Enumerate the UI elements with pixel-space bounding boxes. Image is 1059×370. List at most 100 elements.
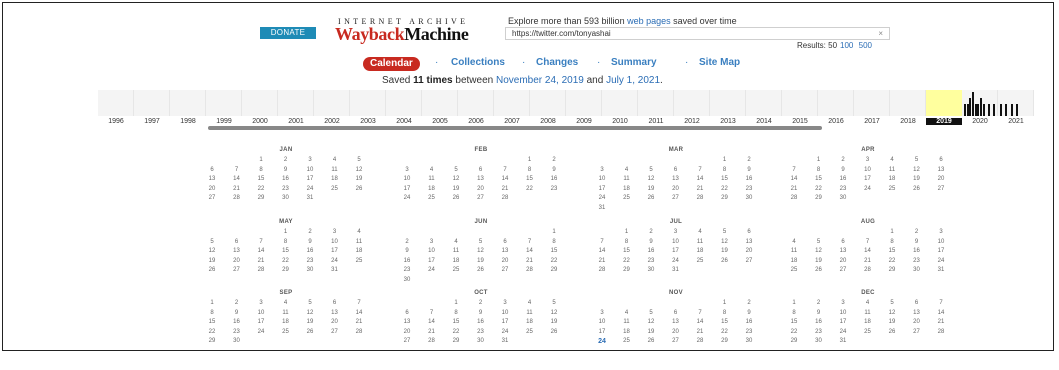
calendar-month: MAR 1 2 3 4 5 6 7 8 9 10 11 12 13 14 15 16 17 18 19 20 21 22 23… xyxy=(590,147,762,227)
timeline-year-column[interactable] xyxy=(854,90,890,116)
calendar-day: 9 xyxy=(478,309,483,316)
close-icon[interactable]: × xyxy=(878,28,883,39)
timeline-year-column[interactable] xyxy=(818,90,854,116)
calendar-day: 7 xyxy=(259,238,263,245)
calendar-day-captured[interactable]: 24 xyxy=(590,338,614,345)
timeline-year-label[interactable]: 1997 xyxy=(134,118,170,125)
timeline-year-column[interactable] xyxy=(890,90,926,116)
timeline-year-column[interactable] xyxy=(314,90,350,116)
calendar-day: 17 xyxy=(839,319,847,326)
calendar-day: 2 xyxy=(747,157,751,163)
timeline-year-label[interactable]: 2008 xyxy=(530,118,566,125)
timeline-year-label[interactable]: 2019 xyxy=(926,118,962,125)
timeline-year-label[interactable]: 2020 xyxy=(962,118,998,125)
tab-site-map[interactable]: Site Map xyxy=(699,57,740,68)
timeline-year-label[interactable]: 2011 xyxy=(638,118,674,125)
timeline-year-column[interactable] xyxy=(602,90,638,116)
timeline-year-label[interactable]: 2018 xyxy=(890,118,926,125)
calendar-day: 11 xyxy=(696,238,704,245)
last-capture-link[interactable]: July 1, 2021 xyxy=(606,75,660,86)
timeline-year-column[interactable] xyxy=(782,90,818,116)
timeline-capture-bar[interactable] xyxy=(993,104,996,116)
calendar-day: 6 xyxy=(210,166,214,173)
saved-and: and xyxy=(586,75,604,86)
calendar-day: 10 xyxy=(306,166,314,173)
first-capture-link[interactable]: November 24, 2019 xyxy=(496,75,584,86)
timeline-year-label[interactable]: 2005 xyxy=(422,118,458,125)
calendar-day: 21 xyxy=(257,257,265,264)
calendar-day: 3 xyxy=(673,229,678,235)
calendar-day: 29 xyxy=(452,338,460,345)
timeline-scrollbar[interactable] xyxy=(208,126,822,130)
timeline-year-label[interactable]: 2002 xyxy=(314,118,350,125)
timeline-year-label[interactable]: 2012 xyxy=(674,118,710,125)
results-500-link[interactable]: 500 xyxy=(859,41,872,50)
tab-collections[interactable]: Collections xyxy=(451,57,505,68)
timeline-year-column[interactable] xyxy=(98,90,134,116)
timeline-capture-bar[interactable] xyxy=(1000,104,1002,116)
calendar-day: 29 xyxy=(623,267,630,274)
results-100-link[interactable]: 100 xyxy=(840,41,853,50)
timeline-capture-bar[interactable] xyxy=(982,104,985,116)
timeline-year-label[interactable]: 2007 xyxy=(494,118,530,125)
timeline-year-label[interactable]: 2010 xyxy=(602,118,638,125)
timeline-year-column[interactable] xyxy=(638,90,674,116)
timeline-year-label[interactable]: 2013 xyxy=(710,118,746,125)
timeline-capture-bar[interactable] xyxy=(1016,104,1018,116)
timeline-year-label[interactable]: 2003 xyxy=(350,118,386,125)
timeline-year-label[interactable]: 2021 xyxy=(998,118,1034,125)
tab-calendar[interactable]: Calendar xyxy=(363,57,420,71)
calendar-day: 3 xyxy=(259,300,263,306)
timeline-year-column[interactable] xyxy=(134,90,170,116)
timeline-capture-bar[interactable] xyxy=(988,104,990,116)
calendar-day: 15 xyxy=(815,176,822,183)
timeline-year-label[interactable]: 1996 xyxy=(98,118,134,125)
timeline-capture-bar[interactable] xyxy=(1005,104,1008,116)
calendar-day: 8 xyxy=(816,166,821,173)
timeline-year-column[interactable] xyxy=(278,90,314,116)
timeline-year-label[interactable]: 2015 xyxy=(782,118,818,125)
timeline-capture-bar[interactable] xyxy=(1010,104,1013,116)
calendar-day: 22 xyxy=(550,257,558,264)
timeline-year-column[interactable] xyxy=(674,90,710,116)
tab-summary[interactable]: Summary xyxy=(611,57,657,68)
timeline-year-column[interactable] xyxy=(530,90,566,116)
web-pages-link[interactable]: web pages xyxy=(627,16,671,26)
calendar-day: 13 xyxy=(913,309,920,316)
tab-changes[interactable]: Changes xyxy=(536,57,578,68)
timeline-year-column[interactable] xyxy=(242,90,278,116)
timeline-year-label[interactable]: 2009 xyxy=(566,118,602,125)
timeline-year-label[interactable]: 2004 xyxy=(386,118,422,125)
timeline-year-label[interactable]: 2016 xyxy=(818,118,854,125)
timeline-year-label[interactable]: 1999 xyxy=(206,118,242,125)
timeline-year-label[interactable]: 2014 xyxy=(746,118,782,125)
timeline-year-column[interactable] xyxy=(350,90,386,116)
calendar-day: 21 xyxy=(790,185,798,192)
timeline-year-column[interactable] xyxy=(566,90,602,116)
timeline-year-label[interactable]: 2001 xyxy=(278,118,314,125)
calendar-day: 7 xyxy=(429,309,434,316)
timeline-year-column[interactable] xyxy=(422,90,458,116)
timeline-year-column[interactable] xyxy=(494,90,530,116)
timeline-year-label[interactable]: 2006 xyxy=(458,118,494,125)
calendar-day: 12 xyxy=(355,166,363,173)
timeline-year-column[interactable] xyxy=(206,90,242,116)
calendar-day: 20 xyxy=(233,257,240,264)
calendar-day: 15 xyxy=(623,248,630,255)
calendar-day: 5 xyxy=(357,157,361,163)
month-title: APR xyxy=(861,147,875,153)
calendar-day: 20 xyxy=(208,185,216,192)
timeline-year-label[interactable]: 2000 xyxy=(242,118,278,125)
url-search-input[interactable]: https://twitter.com/tonyashai × xyxy=(505,27,890,40)
timeline-year-label[interactable]: 2017 xyxy=(854,118,890,125)
donate-button[interactable]: DONATE xyxy=(260,27,316,39)
calendar-day: 30 xyxy=(233,338,240,345)
timeline-year-column[interactable] xyxy=(458,90,494,116)
calendar-day: 11 xyxy=(790,248,798,255)
timeline-year-column[interactable] xyxy=(746,90,782,116)
timeline-year-column[interactable] xyxy=(710,90,746,116)
timeline-year-column[interactable] xyxy=(170,90,206,116)
wayback-logo[interactable]: WaybackMachine xyxy=(335,25,469,43)
timeline-year-label[interactable]: 1998 xyxy=(170,118,206,125)
timeline-year-column[interactable] xyxy=(386,90,422,116)
